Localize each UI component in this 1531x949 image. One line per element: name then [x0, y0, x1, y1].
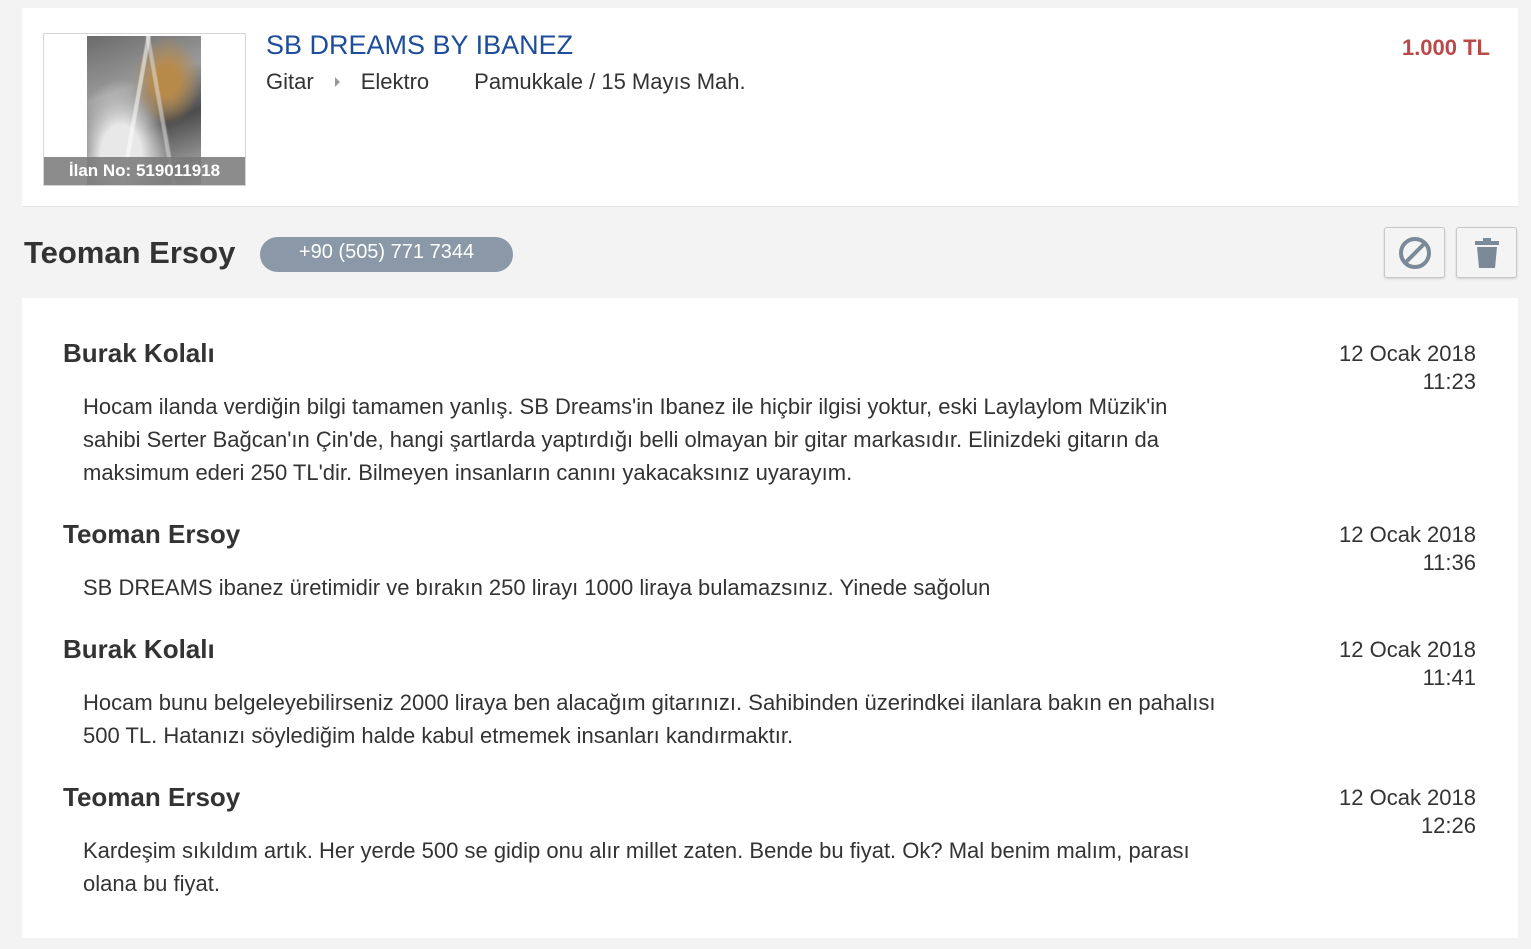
message-text: Hocam bunu belgeleyebilirseniz 2000 lira…: [83, 690, 1216, 748]
listing-price: 1.000 TL: [1401, 35, 1490, 60]
message-text: Hocam ilanda verdiğin bilgi tamamen yanl…: [83, 394, 1168, 485]
message-text: SB DREAMS ibanez üretimidir ve bırakın 2…: [83, 575, 991, 600]
message-date: 12 Ocak 2018: [1339, 637, 1476, 662]
message-date: 12 Ocak 2018: [1339, 341, 1476, 366]
message-timestamp: 12 Ocak 2018 11:36: [1339, 521, 1476, 577]
message-author: Teoman Ersoy: [63, 519, 241, 549]
contact-name: Teoman Ersoy: [24, 235, 236, 270]
message-text: Kardeşim sıkıldım artık. Her yerde 500 s…: [83, 838, 1190, 896]
block-user-button[interactable]: [1384, 227, 1445, 278]
message-author: Burak Kolalı: [63, 338, 215, 368]
message-author: Teoman Ersoy: [63, 782, 241, 812]
message-time: 11:36: [1422, 550, 1476, 575]
delete-conversation-button[interactable]: [1456, 227, 1517, 278]
breadcrumb-arrow-icon: [334, 77, 340, 87]
message-date: 12 Ocak 2018: [1339, 785, 1476, 810]
message-time: 12:26: [1420, 813, 1476, 838]
phone-number-button[interactable]: +90 (505) 771 7344: [260, 237, 513, 272]
listing-meta: Gitar Elektro Pamukkale / 15 Mayıs Mah.: [266, 69, 746, 95]
category-label: Gitar: [266, 69, 314, 94]
message-timestamp: 12 Ocak 2018 12:26: [1339, 784, 1476, 840]
subcategory-label: Elektro: [360, 69, 430, 94]
trash-icon: [1474, 237, 1499, 268]
message-author: Burak Kolalı: [63, 634, 215, 664]
block-icon: [1398, 236, 1431, 269]
message-timestamp: 12 Ocak 2018 11:23: [1339, 340, 1476, 396]
message-timestamp: 12 Ocak 2018 11:41: [1339, 636, 1476, 692]
listing-title-link[interactable]: SB DREAMS BY IBANEZ: [266, 30, 573, 61]
listing-number: İlan No: 519011918: [44, 157, 245, 185]
message-date: 12 Ocak 2018: [1339, 522, 1476, 547]
message-time: 11:23: [1422, 369, 1476, 394]
conversation-header: Teoman Ersoy +90 (505) 771 7344: [0, 207, 1531, 297]
listing-thumbnail[interactable]: İlan No: 519011918: [43, 33, 246, 186]
location-label: Pamukkale / 15 Mayıs Mah.: [474, 69, 746, 94]
message-thread: Burak Kolalı 12 Ocak 2018 11:23 Hocam il…: [22, 298, 1518, 938]
message-time: 11:41: [1422, 665, 1476, 690]
listing-card: İlan No: 519011918 SB DREAMS BY IBANEZ G…: [22, 8, 1518, 207]
